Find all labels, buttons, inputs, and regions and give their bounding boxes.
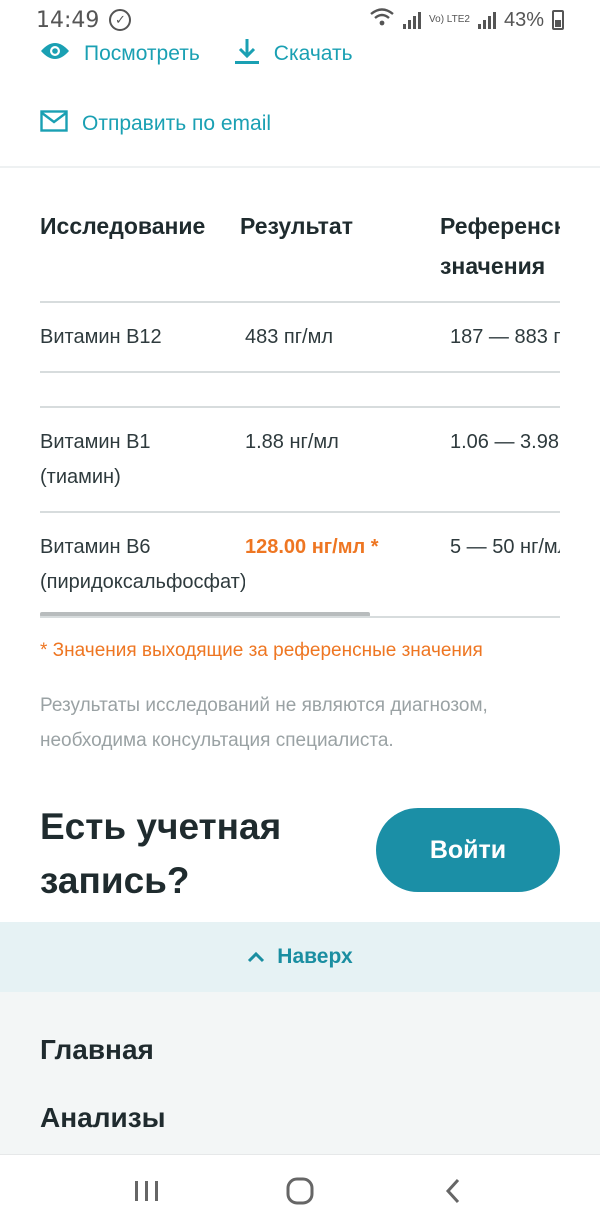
home-icon — [285, 1176, 315, 1211]
status-indicators: Vo) LTE2 43% — [369, 7, 564, 33]
header-result: Результат — [240, 213, 353, 239]
table-divider — [40, 301, 560, 303]
back-to-top-label: Наверх — [277, 945, 353, 968]
table-divider — [40, 406, 560, 408]
row-result: 483 пг/мл — [245, 326, 334, 348]
home-button[interactable] — [270, 1169, 330, 1219]
signal-icon — [403, 11, 422, 29]
footer-nav: Главная Анализы — [0, 992, 600, 1154]
back-icon — [443, 1177, 463, 1210]
download-button[interactable]: Скачать — [234, 37, 353, 71]
status-time: 14:49 — [36, 7, 100, 33]
signal-icon-2 — [477, 11, 496, 29]
row-result-out-of-range: 128.00 нг/мл * — [245, 536, 379, 558]
download-label: Скачать — [273, 42, 353, 65]
footer-link-analyses[interactable]: Анализы — [40, 1102, 166, 1134]
chevron-up-icon — [247, 945, 277, 969]
account-prompt: Есть учетная запись? — [40, 806, 282, 901]
login-button[interactable]: Войти — [376, 808, 560, 892]
results-table[interactable]: Исследование Результат Референсные значе… — [40, 168, 560, 620]
table-divider — [40, 371, 560, 373]
view-label: Посмотреть — [84, 42, 200, 65]
recent-apps-icon — [133, 1179, 161, 1208]
battery-icon — [552, 10, 564, 30]
row-study-name: Витамин B6 — [40, 536, 151, 558]
row-study-subname: (пиридоксальфосфат) — [40, 571, 245, 593]
table-divider — [40, 616, 560, 618]
footer-link-home[interactable]: Главная — [40, 1034, 154, 1066]
row-study-subname: (тиамин) — [40, 466, 121, 488]
document-actions: Посмотреть Скачать — [40, 34, 353, 74]
network-label: Vo) LTE2 — [429, 14, 470, 25]
back-button[interactable] — [423, 1169, 483, 1219]
back-to-top-button[interactable]: Наверх — [0, 922, 600, 992]
battery-percent: 43% — [503, 8, 544, 31]
row-study-name: Витамин B1 — [40, 431, 151, 453]
send-email-label: Отправить по email — [82, 112, 272, 135]
download-icon — [234, 37, 274, 71]
system-nav-bar — [0, 1154, 600, 1232]
row-study-name: Витамин B12 — [40, 326, 162, 348]
header-reference-line2: значения — [440, 253, 546, 279]
wifi-icon — [369, 7, 395, 33]
send-email-button[interactable]: Отправить по email — [40, 110, 271, 138]
view-button[interactable]: Посмотреть — [40, 41, 200, 67]
table-divider — [40, 511, 560, 513]
row-reference: 5 — 50 нг/мл — [450, 536, 560, 558]
header-reference-line1: Референсные — [440, 213, 560, 239]
recent-apps-button[interactable] — [117, 1169, 177, 1219]
out-of-range-legend: * Значения выходящие за референсные знач… — [40, 640, 483, 661]
eye-icon — [40, 41, 84, 67]
disclaimer-text: Результаты исследований не являются диаг… — [40, 695, 488, 751]
row-result: 1.88 нг/мл — [245, 431, 339, 453]
sync-check-icon: ✓ — [109, 9, 132, 31]
row-reference: 187 — 883 пг/мл — [450, 326, 560, 348]
mail-icon — [40, 110, 82, 138]
header-study: Исследование — [40, 213, 206, 239]
row-reference: 1.06 — 3.98 нг/мл — [450, 431, 560, 453]
